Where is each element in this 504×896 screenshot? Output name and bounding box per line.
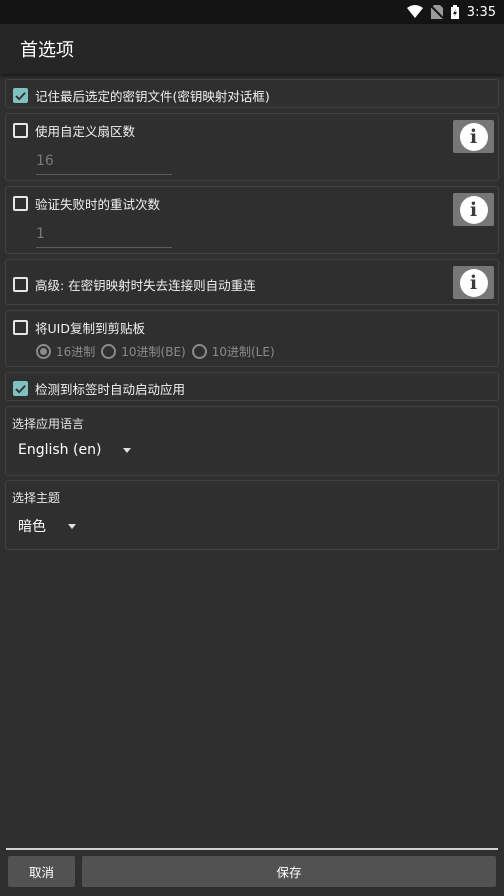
retry-checkbox[interactable] <box>13 196 28 211</box>
auto-reconnect-card: 高级: 在密钥映射时失去连接则自动重连 i <box>5 259 499 305</box>
bottom-divider <box>6 848 498 850</box>
status-time: 3:35 <box>466 4 496 20</box>
custom-sectors-card: 使用自定义扇区数 16 i <box>5 113 499 181</box>
wifi-icon <box>406 5 423 19</box>
auto-reconnect-info-button[interactable]: i <box>453 266 494 299</box>
custom-sectors-label: 使用自定义扇区数 <box>35 124 136 139</box>
retry-count-input[interactable]: 1 <box>36 226 172 248</box>
check-icon <box>15 384 26 394</box>
remember-key-option[interactable]: 记住最后选定的密钥文件(密钥映射对话框) <box>13 86 270 105</box>
radio-dec-be[interactable]: 10进制(BE) <box>101 343 186 360</box>
retry-option[interactable]: 验证失败时的重试次数 <box>13 194 160 213</box>
theme-dropdown[interactable]: 暗色 <box>18 516 76 536</box>
battery-charging-icon <box>450 5 459 19</box>
cancel-button[interactable]: 取消 <box>8 856 75 887</box>
language-section-label: 选择应用语言 <box>12 417 85 431</box>
radio-dec-le-label: 10进制(LE) <box>211 345 275 359</box>
auto-start-label: 检测到标签时自动启动应用 <box>35 382 186 397</box>
auto-reconnect-label: 高级: 在密钥映射时失去连接则自动重连 <box>35 278 256 293</box>
copy-uid-option[interactable]: 将UID复制到剪贴板 <box>13 318 145 337</box>
auto-reconnect-option[interactable]: 高级: 在密钥映射时失去连接则自动重连 <box>13 275 256 294</box>
auto-start-checkbox[interactable] <box>13 381 28 396</box>
sector-count-input[interactable]: 16 <box>36 153 172 175</box>
radio-button[interactable] <box>101 344 117 359</box>
radio-hex-label: 16进制 <box>56 345 96 359</box>
radio-button[interactable] <box>36 344 51 359</box>
language-value: English (en) <box>18 442 102 458</box>
radio-dec-be-label: 10进制(BE) <box>121 345 186 359</box>
check-icon <box>15 91 26 101</box>
radio-hex[interactable]: 16进制 <box>36 343 95 360</box>
no-sim-icon <box>430 5 443 19</box>
dropdown-caret-icon <box>123 447 132 453</box>
custom-sectors-option[interactable]: 使用自定义扇区数 <box>13 121 135 140</box>
language-dropdown[interactable]: English (en) <box>18 442 132 458</box>
remember-key-card: 记住最后选定的密钥文件(密钥映射对话框) <box>5 79 499 108</box>
dropdown-caret-icon <box>68 523 76 529</box>
theme-value: 暗色 <box>18 519 46 535</box>
retry-info-button[interactable]: i <box>453 193 494 226</box>
info-icon: i <box>459 195 488 224</box>
info-icon: i <box>459 122 488 151</box>
auto-reconnect-checkbox[interactable] <box>13 277 28 292</box>
custom-sectors-info-button[interactable]: i <box>453 120 494 153</box>
copy-uid-card: 将UID复制到剪贴板 16进制 10进制(BE) 10进制(LE) <box>5 310 499 367</box>
copy-uid-checkbox[interactable] <box>13 320 28 335</box>
info-icon: i <box>459 268 488 297</box>
radio-button[interactable] <box>191 344 207 359</box>
theme-card: 选择主题 暗色 <box>5 480 499 550</box>
theme-section-label: 选择主题 <box>12 491 61 505</box>
page-title: 首选项 <box>20 40 74 61</box>
uid-format-radio-group: 16进制 10进制(BE) 10进制(LE) <box>36 343 275 360</box>
retry-card: 验证失败时的重试次数 1 i <box>5 186 499 254</box>
remember-key-checkbox[interactable] <box>13 88 28 103</box>
radio-dec-le[interactable]: 10进制(LE) <box>191 343 275 360</box>
copy-uid-label: 将UID复制到剪贴板 <box>35 321 145 336</box>
auto-start-card: 检测到标签时自动启动应用 <box>5 372 499 401</box>
custom-sectors-checkbox[interactable] <box>13 123 28 138</box>
language-card: 选择应用语言 English (en) <box>5 406 499 476</box>
auto-start-option[interactable]: 检测到标签时自动启动应用 <box>13 379 185 398</box>
retry-label: 验证失败时的重试次数 <box>35 197 161 212</box>
app-bar: 首选项 <box>0 24 504 74</box>
status-bar: 3:35 <box>0 0 504 24</box>
save-button[interactable]: 保存 <box>82 856 496 887</box>
remember-key-label: 记住最后选定的密钥文件(密钥映射对话框) <box>35 89 270 104</box>
